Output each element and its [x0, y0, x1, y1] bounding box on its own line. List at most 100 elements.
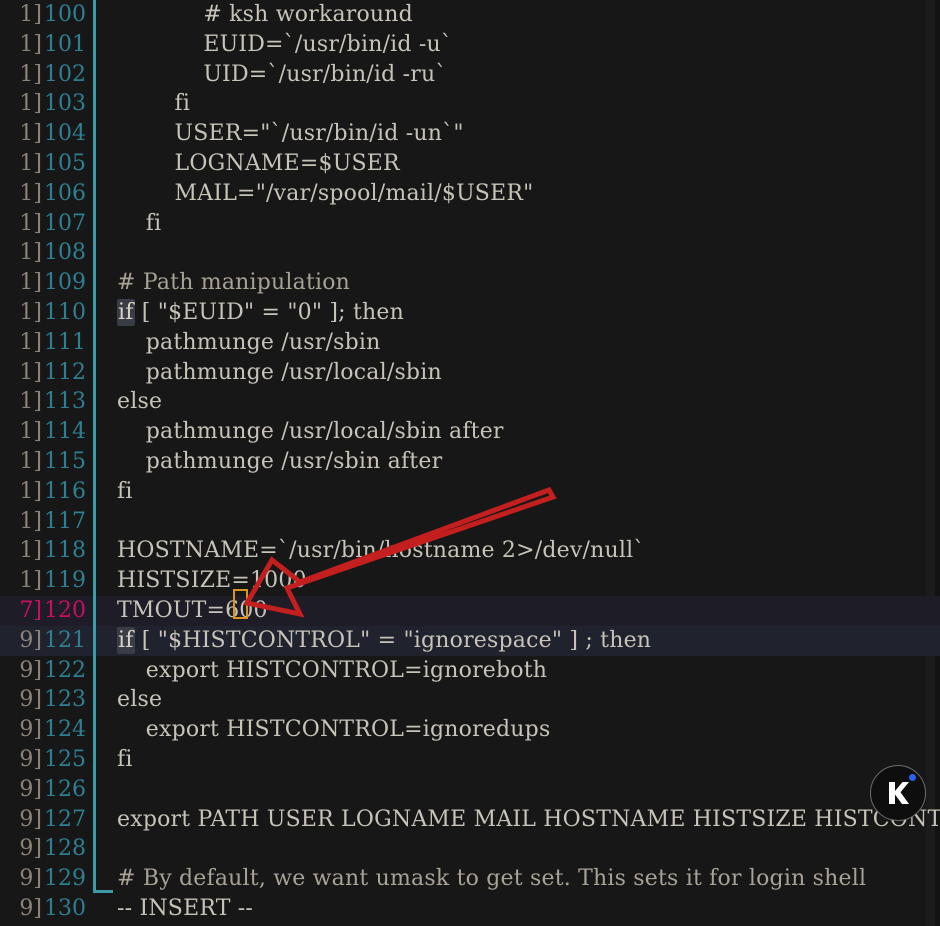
code-line-row[interactable]: 9] 130 -- INSERT -- [0, 894, 940, 924]
code-line-row[interactable]: 1] 108 [0, 238, 940, 268]
code-line-row[interactable]: 1] 116 fi [0, 477, 940, 507]
gutter-clipped-text: 9] [19, 776, 42, 802]
code-text[interactable]: if [ "$HISTCONTROL" = "ignorespace" ] ; … [117, 626, 651, 656]
line-number: 110 [44, 299, 86, 325]
code-text[interactable]: HISTSIZE=1000 [117, 566, 307, 596]
code-text[interactable]: EUID=`/usr/bin/id -u` [117, 30, 452, 60]
code-text[interactable]: pathmunge /usr/sbin [117, 328, 381, 358]
gutter-clipped-text: 9] [19, 836, 42, 862]
code-text[interactable]: fi [117, 209, 161, 239]
code-line-row[interactable]: 1] 101 EUID=`/usr/bin/id -u` [0, 30, 940, 60]
code-line-row[interactable]: 1] 110 if [ "$EUID" = "0" ]; then [0, 298, 940, 328]
code-text[interactable]: export HISTCONTROL=ignoreboth [117, 656, 547, 686]
gutter-clipped-text: 1] [19, 61, 42, 87]
text-cursor [233, 589, 248, 619]
assistant-badge[interactable] [870, 765, 926, 821]
gutter-clipped-text: 9] [19, 657, 42, 683]
line-number: 127 [44, 806, 86, 832]
notification-dot-icon [909, 774, 916, 781]
line-number: 114 [44, 419, 86, 445]
code-text[interactable]: # By default, we want umask to get set. … [117, 864, 866, 894]
code-line-row[interactable]: 1] 113 else [0, 387, 940, 417]
code-line-row[interactable]: 9] 127 export PATH USER LOGNAME MAIL HOSTN… [0, 805, 940, 835]
code-text[interactable]: -- INSERT -- [117, 894, 253, 924]
code-line-row[interactable]: 9] 121 if [ "$HISTCONTROL" = "ignorespace"… [0, 625, 940, 656]
code-text[interactable]: UID=`/usr/bin/id -ru` [117, 60, 447, 90]
line-number: 113 [44, 389, 86, 415]
code-line-row[interactable]: 9] 126 [0, 775, 940, 805]
code-text[interactable]: if [ "$EUID" = "0" ]; then [117, 298, 404, 328]
line-number: 130 [44, 895, 86, 921]
code-line-row[interactable]: 1] 117 [0, 507, 940, 537]
line-number: 119 [44, 568, 86, 594]
code-text[interactable]: # ksh workaround [117, 0, 413, 30]
line-number: 123 [44, 687, 86, 713]
code-text[interactable]: export PATH USER LOGNAME MAIL HOSTNAME H… [117, 805, 940, 835]
gutter-clipped-text: 1] [19, 568, 42, 594]
line-number: 101 [44, 31, 86, 57]
gutter-clipped-text: 9] [19, 627, 42, 653]
gutter-clipped-text: 1] [19, 180, 42, 206]
code-line-row[interactable]: 1] 111 pathmunge /usr/sbin [0, 328, 940, 358]
code-text[interactable]: HOSTNAME=`/usr/bin/hostname 2>/dev/null` [117, 536, 645, 566]
code-line-row[interactable]: 1] 112 pathmunge /usr/local/sbin [0, 358, 940, 388]
code-text[interactable]: fi [117, 89, 190, 119]
code-text[interactable]: pathmunge /usr/sbin after [117, 447, 442, 477]
code-text[interactable]: MAIL="/var/spool/mail/$USER" [117, 179, 534, 209]
gutter-clipped-text: 9] [19, 806, 42, 832]
line-number: 103 [44, 91, 86, 117]
code-text[interactable]: USER="`/usr/bin/id -un`" [117, 119, 464, 149]
code-line-row[interactable]: 1] 109 # Path manipulation [0, 268, 940, 298]
gutter-clipped-text: 1] [19, 31, 42, 57]
code-text[interactable]: LOGNAME=$USER [117, 149, 400, 179]
comment-text: # By default, we want umask to get set. … [117, 866, 867, 892]
code-text[interactable]: pathmunge /usr/local/sbin [117, 358, 442, 388]
code-line-row[interactable]: 1] 103 fi [0, 89, 940, 119]
code-line-row[interactable]: 9] 128 [0, 834, 940, 864]
vim-editor-window[interactable]: 1] 100 # ksh workaround 1] 101 EUID=`/usr/b… [0, 0, 940, 926]
code-line-row[interactable]: 1] 114 pathmunge /usr/local/sbin after [0, 417, 940, 447]
gutter-clipped-text: 1] [19, 270, 42, 296]
code-line-row[interactable]: 9] 125 fi [0, 745, 940, 775]
keyword-match-highlight: if [117, 626, 135, 654]
line-number: 102 [44, 61, 86, 87]
line-number: 129 [44, 866, 86, 892]
line-number: 108 [44, 240, 86, 266]
code-text[interactable]: else [117, 387, 162, 417]
line-number: 116 [44, 478, 86, 504]
code-line-row[interactable]: 9] 122 export HISTCONTROL=ignoreboth [0, 656, 940, 686]
code-line-row[interactable]: 1] 104 USER="`/usr/bin/id -un`" [0, 119, 940, 149]
code-line-row[interactable]: 9] 124 export HISTCONTROL=ignoredups [0, 715, 940, 745]
code-line-row[interactable]: 1] 100 # ksh workaround [0, 0, 940, 30]
gutter-clipped-text: 7] [19, 597, 42, 623]
code-line-row[interactable]: 1] 107 fi [0, 209, 940, 239]
line-number: 106 [44, 180, 86, 206]
code-text[interactable]: else [117, 685, 162, 715]
code-line-row[interactable]: 9] 129 # By default, we want umask to get … [0, 864, 940, 894]
code-text[interactable]: fi [117, 477, 133, 507]
code-line-row[interactable]: 1] 102 UID=`/usr/bin/id -ru` [0, 60, 940, 90]
code-line-row[interactable]: 1] 106 MAIL="/var/spool/mail/$USER" [0, 179, 940, 209]
line-number: 120 [44, 597, 86, 623]
code-line-row[interactable]: 9] 123 else [0, 685, 940, 715]
gutter-clipped-text: 9] [19, 895, 42, 921]
keyword-match-highlight: if [117, 298, 135, 326]
code-text[interactable]: export HISTCONTROL=ignoredups [117, 715, 550, 745]
code-text[interactable]: pathmunge /usr/local/sbin after [117, 417, 504, 447]
code-text[interactable]: # Path manipulation [117, 268, 350, 298]
gutter-clipped-text: 1] [19, 150, 42, 176]
line-number: 107 [44, 210, 86, 236]
code-text[interactable]: fi [117, 745, 133, 775]
code-line-row[interactable]: 1] 115 pathmunge /usr/sbin after [0, 447, 940, 477]
code-line-row[interactable]: 1] 119 HISTSIZE=1000 [0, 566, 940, 596]
gutter-clipped-text: 1] [19, 299, 42, 325]
gutter-clipped-text: 9] [19, 717, 42, 743]
line-number: 125 [44, 746, 86, 772]
code-line-row[interactable]: 7] 120 TMOUT=600 [0, 595, 940, 626]
code-line-list[interactable]: 1] 100 # ksh workaround 1] 101 EUID=`/usr/b… [0, 0, 940, 924]
line-number: 126 [44, 776, 86, 802]
line-number: 128 [44, 836, 86, 862]
code-line-row[interactable]: 1] 105 LOGNAME=$USER [0, 149, 940, 179]
code-line-row[interactable]: 1] 118 HOSTNAME=`/usr/bin/hostname 2>/dev/… [0, 536, 940, 566]
gutter-clipped-text: 1] [19, 2, 42, 27]
